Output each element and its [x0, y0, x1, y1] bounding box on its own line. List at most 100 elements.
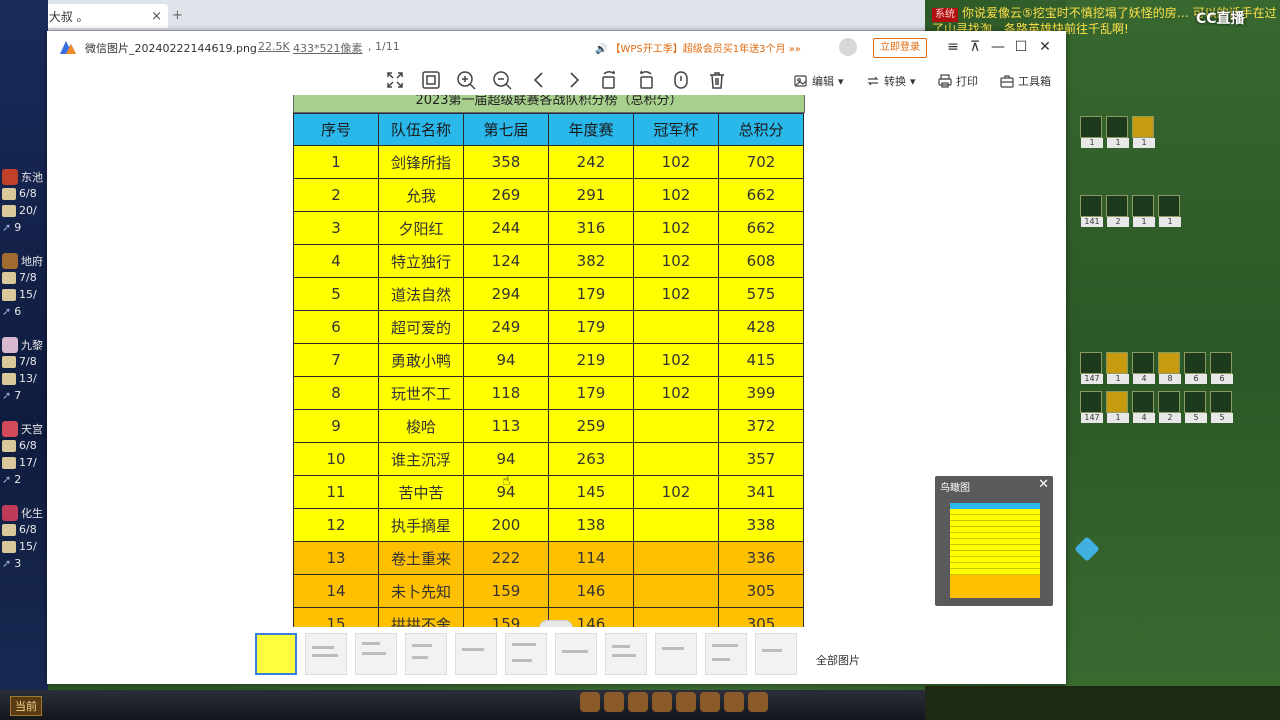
file-size-link[interactable]: 22.5K — [258, 40, 290, 53]
user-avatar[interactable] — [839, 38, 857, 56]
thumbnail-5[interactable] — [455, 633, 497, 675]
chevron-down-icon: ▾ — [910, 74, 916, 88]
inventory-slot[interactable]: 1 — [1106, 352, 1129, 384]
toolbox-button[interactable]: 工具箱 — [1000, 73, 1051, 89]
fullscreen-icon[interactable] — [384, 69, 406, 91]
thumbnail-10[interactable] — [705, 633, 747, 675]
print-button[interactable]: 打印 — [938, 73, 978, 89]
minimize-button[interactable]: — — [988, 37, 1008, 57]
table-cell: 9 — [293, 409, 379, 443]
inventory-row-4: 147 1 4 2 5 5 — [1080, 391, 1233, 423]
all-images-link[interactable]: 全部图片 — [816, 652, 860, 668]
table-cell: 249 — [463, 310, 549, 344]
inventory-slot[interactable]: 1 — [1158, 195, 1181, 227]
table-cell: 剑锋所指 — [378, 145, 464, 179]
file-dimensions-link[interactable]: 433*521像素 — [293, 40, 363, 56]
inventory-slot[interactable]: 1 — [1106, 391, 1129, 423]
game-bottom-bar: 当前 — [0, 690, 925, 720]
inventory-slot[interactable]: 141 — [1080, 195, 1103, 227]
viewer-titlebar: 微信图片_20240222144619.png 22.5K 433*521像素 … — [47, 31, 1066, 63]
menu-button[interactable]: ≡ — [943, 37, 963, 57]
inventory-slot[interactable]: 5 — [1210, 391, 1233, 423]
hotbar-skill-icon[interactable] — [724, 692, 744, 712]
thumbnail-1[interactable] — [255, 633, 297, 675]
zoom-out-icon[interactable] — [491, 69, 513, 91]
thumbnail-11[interactable] — [755, 633, 797, 675]
tab-close-icon[interactable]: × — [151, 9, 162, 24]
thumbnail-8[interactable] — [605, 633, 647, 675]
table-cell: 372 — [718, 409, 804, 443]
inventory-slot[interactable]: 6 — [1210, 352, 1233, 384]
table-row: 8 玩世不工 118 179 102 399 — [293, 376, 804, 410]
table-cell: 358 — [463, 145, 549, 179]
thumbnail-9[interactable] — [655, 633, 697, 675]
hotbar-skill-icon[interactable] — [580, 692, 600, 712]
login-button[interactable]: 立即登录 — [873, 38, 927, 58]
player-stat-1: 6/8 — [19, 523, 37, 536]
rotate-left-icon[interactable] — [598, 69, 620, 91]
team-entry[interactable]: 天宫 6/8 17/ ➚ 2 — [2, 420, 48, 488]
pin-button[interactable]: ⊼ — [965, 37, 985, 57]
inventory-slot[interactable]: 147 — [1080, 352, 1103, 384]
inventory-slot[interactable]: 6 — [1184, 352, 1207, 384]
toolbox-label: 工具箱 — [1018, 75, 1051, 88]
table-cell: 138 — [548, 508, 634, 542]
mp-icon — [2, 288, 16, 301]
maximize-button[interactable]: ☐ — [1011, 37, 1031, 57]
new-tab-button[interactable]: + — [172, 8, 183, 23]
inventory-slot[interactable]: 2 — [1158, 391, 1181, 423]
zoom-in-icon[interactable] — [455, 69, 477, 91]
minimap-close-icon[interactable]: ✕ — [1038, 477, 1049, 492]
hp-icon — [2, 523, 16, 536]
thumbnail-4[interactable] — [405, 633, 447, 675]
inventory-slot[interactable]: 5 — [1184, 391, 1207, 423]
ocr-icon[interactable] — [670, 69, 692, 91]
inventory-slot[interactable]: 1 — [1132, 195, 1155, 227]
team-entry[interactable]: 地府 7/8 15/ ➚ 6 — [2, 252, 48, 320]
table-cell: 道法自然 — [378, 277, 464, 311]
team-entry[interactable]: 九黎 7/8 13/ ➚ 7 — [2, 336, 48, 404]
table-cell: 259 — [548, 409, 634, 443]
inventory-slot[interactable]: 4 — [1132, 391, 1155, 423]
inventory-slot[interactable]: 4 — [1132, 352, 1155, 384]
thumbnail-6[interactable] — [505, 633, 547, 675]
actual-size-icon[interactable] — [420, 69, 442, 91]
inventory-slot[interactable]: 1 — [1132, 116, 1155, 148]
edit-menu[interactable]: 编辑 ▾ — [794, 73, 844, 89]
hotbar-skill-icon[interactable] — [676, 692, 696, 712]
inventory-slot[interactable]: 147 — [1080, 391, 1103, 423]
hotbar-skill-icon[interactable] — [604, 692, 624, 712]
hotbar-skill-icon[interactable] — [652, 692, 672, 712]
thumbnail-3[interactable] — [355, 633, 397, 675]
promo-banner[interactable]: 🔊 【WPS开工季】超级会员买1年送3个月 »» — [595, 40, 801, 55]
inventory-slot[interactable]: 1 — [1106, 116, 1129, 148]
player-stat-2: 13/ — [19, 372, 37, 385]
next-image-icon[interactable] — [563, 69, 585, 91]
close-button[interactable]: ✕ — [1035, 37, 1055, 57]
wps-logo-icon — [60, 41, 76, 54]
inventory-slot[interactable]: 2 — [1106, 195, 1129, 227]
table-row: 14 未卜先知 159 146 305 — [293, 574, 804, 608]
hotbar-skill-icon[interactable] — [700, 692, 720, 712]
image-viewer-window: 微信图片_20240222144619.png 22.5K 433*521像素 … — [47, 31, 1066, 684]
team-entry[interactable]: 东池 6/8 20/ ➚ 9 — [2, 168, 48, 236]
inventory-slot[interactable]: 8 — [1158, 352, 1181, 384]
hotbar-skill-icon[interactable] — [748, 692, 768, 712]
table-cell: 357 — [718, 442, 804, 476]
thumbnail-2[interactable] — [305, 633, 347, 675]
previous-image-icon[interactable] — [528, 69, 550, 91]
table-cell: 269 — [463, 178, 549, 212]
team-entry[interactable]: 化生 6/8 15/ ➚ 3 — [2, 504, 48, 572]
rotate-right-icon[interactable] — [635, 69, 657, 91]
table-cell: 316 — [548, 211, 634, 245]
table-row: 1 剑锋所指 358 242 102 702 — [293, 145, 804, 179]
thumbnail-7[interactable] — [555, 633, 597, 675]
convert-menu[interactable]: 转换 ▾ — [866, 73, 916, 89]
minimap-preview[interactable] — [950, 503, 1040, 598]
current-channel-button[interactable]: 当前 — [10, 696, 42, 716]
delete-icon[interactable] — [706, 69, 728, 91]
hp-icon — [2, 355, 16, 368]
inventory-slot[interactable]: 1 — [1080, 116, 1103, 148]
hotbar-skill-icon[interactable] — [628, 692, 648, 712]
image-canvas[interactable]: 2023第一届超级联赛各战队积分榜（总积分） 序号 队伍名称 第七届 年度赛 冠… — [47, 95, 1066, 627]
